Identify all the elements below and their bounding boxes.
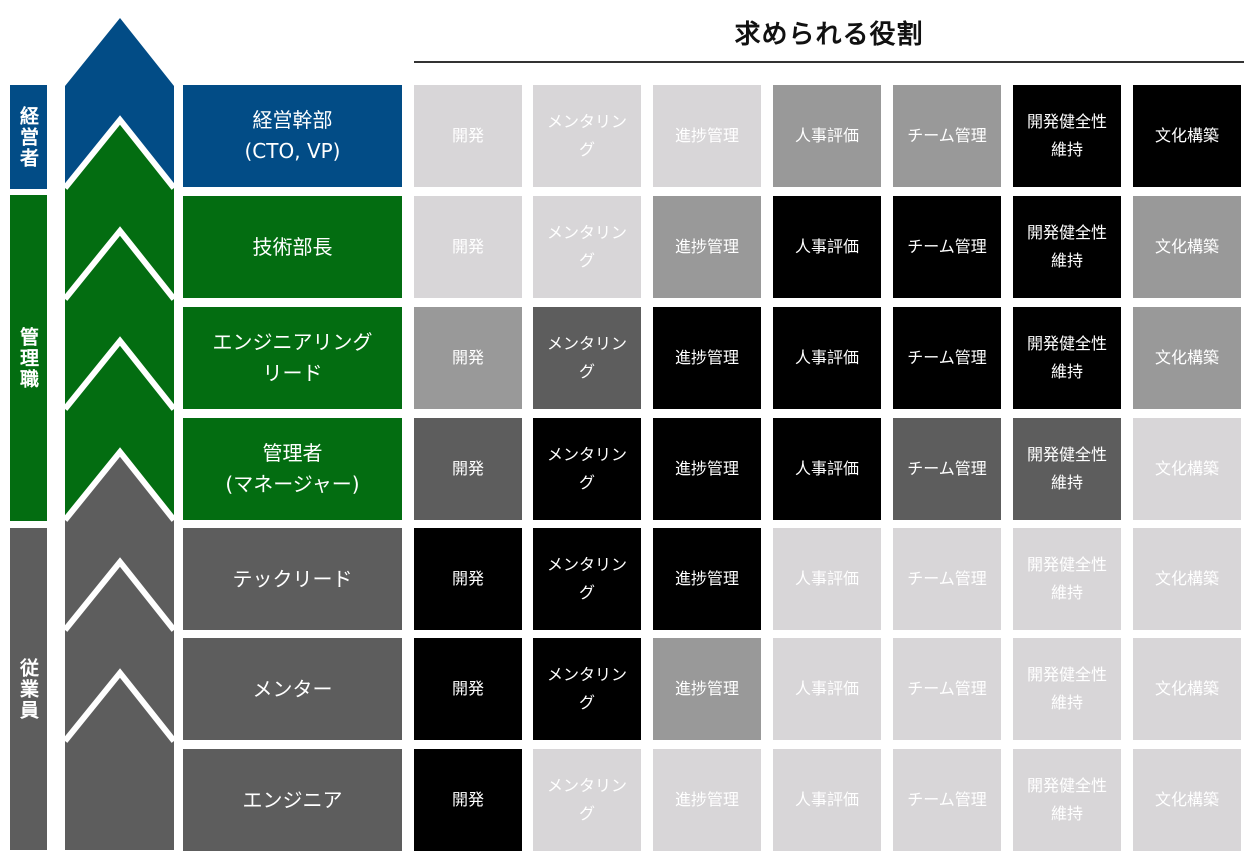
role-cell: チーム管理 [893,528,1001,630]
role-cell: 進捗管理 [653,85,761,187]
role-cell: 人事評価 [773,528,881,630]
role-cell: チーム管理 [893,749,1001,851]
role-cell: 進捗管理 [653,528,761,630]
role-label: 経営幹部 (CTO, VP) [183,85,402,187]
role-cell: 開発 [414,85,522,187]
role-cell: 開発健全性 維持 [1013,85,1121,187]
diagram-title: 求められる役割 [734,19,924,50]
group-band: 管理職 [10,195,47,521]
role-label: メンター [183,638,402,740]
title-underline [414,61,1244,63]
role-cell: 開発 [414,196,522,298]
role-cell: 文化構築 [1133,638,1241,740]
role-label: エンジニアリング リード [183,307,402,409]
role-cell: メンタリン グ [533,307,641,409]
role-cell: メンタリン グ [533,418,641,520]
group-band: 経営者 [10,85,47,189]
role-cell: 文化構築 [1133,418,1241,520]
role-cell: 文化構築 [1133,749,1241,851]
role-cell: 文化構築 [1133,528,1241,630]
role-cell: 進捗管理 [653,307,761,409]
role-cell: 開発 [414,749,522,851]
role-cell: 開発健全性 維持 [1013,196,1121,298]
role-cell: メンタリン グ [533,638,641,740]
role-cell: 人事評価 [773,196,881,298]
role-cell: チーム管理 [893,638,1001,740]
role-cell: 開発健全性 維持 [1013,528,1121,630]
role-cell: 人事評価 [773,418,881,520]
role-cell: チーム管理 [893,85,1001,187]
role-cell: チーム管理 [893,418,1001,520]
role-cell: 文化構築 [1133,85,1241,187]
role-cell: 文化構築 [1133,196,1241,298]
role-cell: メンタリン グ [533,528,641,630]
role-cell: チーム管理 [893,307,1001,409]
role-label: エンジニア [183,749,402,851]
role-cell: メンタリン グ [533,85,641,187]
role-cell: 人事評価 [773,85,881,187]
role-cell: 文化構築 [1133,307,1241,409]
role-cell: メンタリン グ [533,196,641,298]
role-cell: 開発健全性 維持 [1013,749,1121,851]
role-cell: 進捗管理 [653,196,761,298]
role-label: 技術部長 [183,196,402,298]
role-cell: メンタリン グ [533,749,641,851]
role-cell: 進捗管理 [653,749,761,851]
role-cell: 進捗管理 [653,638,761,740]
role-cell: 開発 [414,418,522,520]
role-cell: チーム管理 [893,196,1001,298]
role-label: テックリード [183,528,402,630]
role-cell: 開発 [414,638,522,740]
role-cell: 開発健全性 維持 [1013,638,1121,740]
role-cell: 人事評価 [773,638,881,740]
role-cell: 開発 [414,307,522,409]
role-cell: 開発 [414,528,522,630]
role-cell: 人事評価 [773,749,881,851]
role-cell: 開発健全性 維持 [1013,307,1121,409]
role-label: 管理者 (マネージャー) [183,418,402,520]
group-band: 従業員 [10,528,47,850]
role-cell: 開発健全性 維持 [1013,418,1121,520]
role-cell: 進捗管理 [653,418,761,520]
role-cell: 人事評価 [773,307,881,409]
